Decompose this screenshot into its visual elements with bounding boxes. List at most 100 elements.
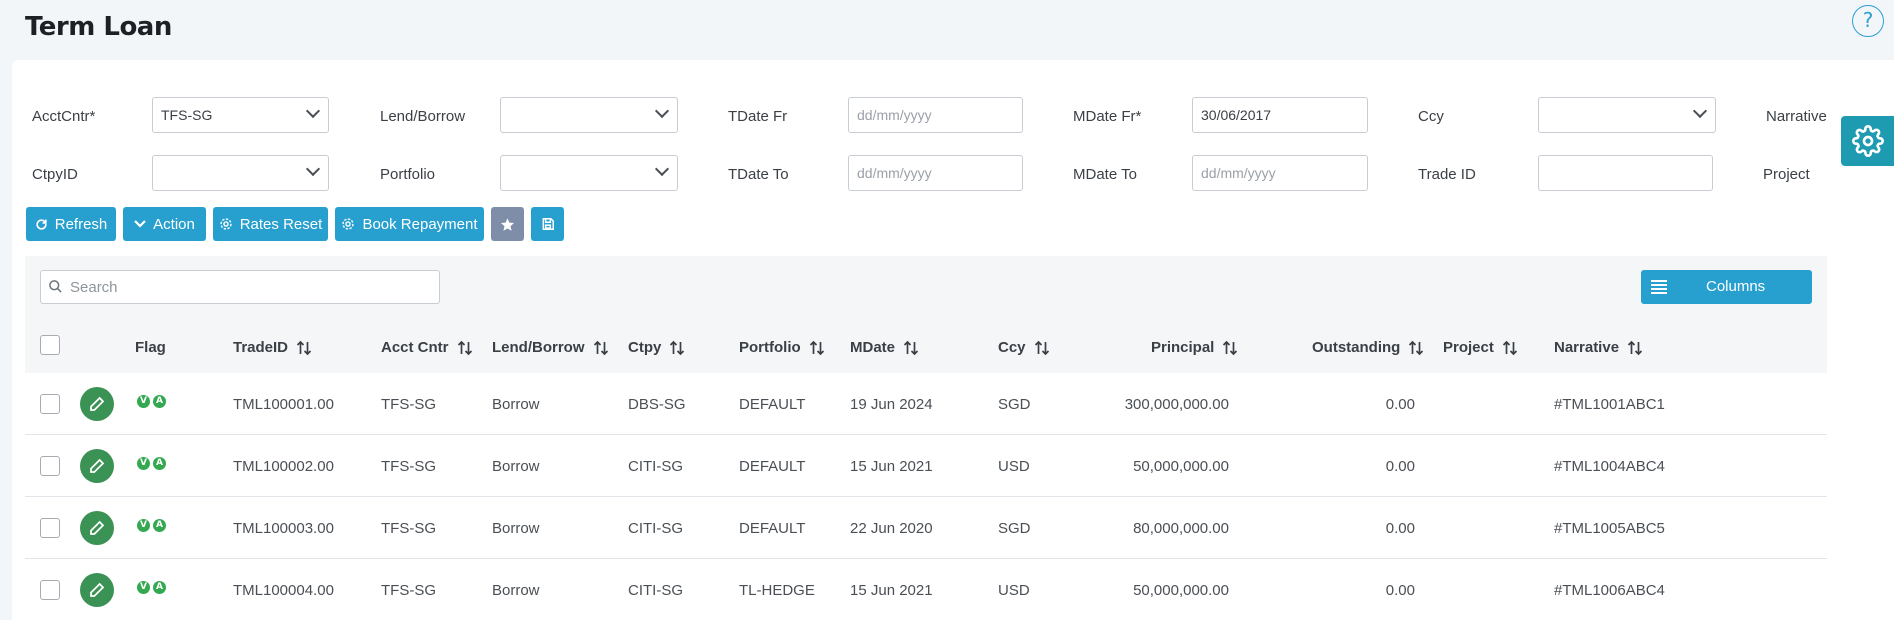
header-narrative-label: Narrative [1554, 339, 1620, 356]
tdate-fr-label: TDate Fr [728, 108, 788, 125]
sort-icon[interactable] [296, 340, 312, 356]
sort-icon[interactable] [1408, 340, 1424, 356]
pencil-icon [90, 582, 105, 597]
mdate-to-input[interactable]: dd/mm/yyyy [1192, 155, 1368, 191]
sort-icon[interactable] [903, 340, 919, 356]
header-acct-cntr[interactable]: Acct Cntr [381, 339, 473, 356]
refresh-button[interactable]: Refresh [26, 207, 116, 241]
action-label: Action [153, 215, 195, 233]
row-checkbox[interactable] [40, 394, 60, 414]
header-ccy[interactable]: Ccy [998, 339, 1050, 356]
cell-acct-cntr: TFS-SG [381, 396, 436, 413]
lend-borrow-select[interactable] [500, 97, 678, 133]
cell-narrative: #TML1006ABC4 [1554, 582, 1665, 599]
cell-outstanding: 0.00 [1385, 458, 1415, 475]
header-principal-label: Principal [1151, 339, 1215, 356]
cell-mdate: 15 Jun 2021 [850, 458, 933, 475]
book-repayment-button[interactable]: Book Repayment [335, 207, 484, 241]
row-checkbox[interactable] [40, 580, 60, 600]
header-narrative[interactable]: Narrative [1554, 339, 1643, 356]
sort-icon[interactable] [1502, 340, 1518, 356]
approved-badge: A [153, 581, 166, 594]
header-trade-id-label: TradeID [233, 339, 289, 356]
search-input[interactable]: Search [40, 270, 440, 304]
header-mdate-label: MDate [850, 339, 896, 356]
header-ctpy[interactable]: Ctpy [628, 339, 685, 356]
cell-principal: 80,000,000.00 [1133, 520, 1229, 537]
cell-ccy: USD [998, 458, 1030, 475]
verified-badge: V [137, 519, 150, 532]
mdate-fr-label: MDate Fr* [1073, 108, 1142, 125]
row-checkbox[interactable] [40, 456, 60, 476]
sort-icon[interactable] [669, 340, 685, 356]
cell-lend-borrow: Borrow [492, 582, 540, 599]
header-principal[interactable]: Principal [1151, 339, 1238, 356]
mdate-fr-input[interactable]: 30/06/2017 [1192, 97, 1368, 133]
action-button[interactable]: Action [123, 207, 206, 241]
cell-mdate: 19 Jun 2024 [850, 396, 933, 413]
sort-icon[interactable] [593, 340, 609, 356]
cell-lend-borrow: Borrow [492, 396, 540, 413]
lend-borrow-label: Lend/Borrow [380, 108, 466, 125]
chevron-down-icon [134, 220, 146, 228]
columns-button[interactable]: Columns [1641, 270, 1812, 304]
sort-icon[interactable] [1627, 340, 1643, 356]
cell-lend-borrow: Borrow [492, 458, 540, 475]
cell-mdate: 22 Jun 2020 [850, 520, 933, 537]
tdate-fr-input[interactable]: dd/mm/yyyy [848, 97, 1023, 133]
cell-narrative: #TML1005ABC5 [1554, 520, 1665, 537]
cell-principal: 300,000,000.00 [1124, 396, 1229, 413]
edit-button[interactable] [80, 573, 114, 607]
sort-icon[interactable] [1222, 340, 1238, 356]
header-mdate[interactable]: MDate [850, 339, 919, 356]
cell-narrative: #TML1001ABC1 [1554, 396, 1665, 413]
verified-badge: V [137, 457, 150, 470]
cell-trade-id: TML100002.00 [233, 458, 334, 475]
header-project[interactable]: Project [1443, 339, 1518, 356]
cell-ccy: SGD [998, 520, 1031, 537]
save-button[interactable] [531, 207, 564, 241]
tdate-to-input[interactable]: dd/mm/yyyy [848, 155, 1023, 191]
narrative-label: Narrative [1766, 108, 1827, 125]
edit-button[interactable] [80, 449, 114, 483]
header-outstanding[interactable]: Outstanding [1312, 339, 1424, 356]
verified-badge: V [137, 395, 150, 408]
header-lend-borrow[interactable]: Lend/Borrow [492, 339, 609, 356]
header-portfolio[interactable]: Portfolio [739, 339, 825, 356]
star-icon [500, 217, 515, 231]
header-project-label: Project [1443, 339, 1494, 356]
ctpy-id-select[interactable] [152, 155, 329, 191]
header-trade-id[interactable]: TradeID [233, 339, 312, 356]
header-portfolio-label: Portfolio [739, 339, 801, 356]
chevron-down-icon [654, 103, 670, 119]
ccy-select[interactable] [1538, 97, 1716, 133]
acct-cntr-select[interactable]: TFS-SG [152, 97, 329, 133]
favorite-button[interactable] [491, 207, 524, 241]
portfolio-select[interactable] [500, 155, 678, 191]
select-all-checkbox[interactable] [40, 335, 60, 355]
cell-ctpy: CITI-SG [628, 458, 683, 475]
cell-outstanding: 0.00 [1385, 396, 1415, 413]
edit-button[interactable] [80, 387, 114, 421]
cell-acct-cntr: TFS-SG [381, 520, 436, 537]
help-icon[interactable]: ? [1852, 5, 1884, 37]
settings-tab[interactable] [1841, 116, 1894, 166]
cell-ccy: USD [998, 582, 1030, 599]
header-flag-label: Flag [135, 339, 166, 356]
search-placeholder: Search [70, 279, 118, 296]
chevron-down-icon [1692, 103, 1708, 119]
sort-icon[interactable] [457, 340, 473, 356]
row-checkbox[interactable] [40, 518, 60, 538]
pencil-icon [90, 520, 105, 535]
cell-ctpy: CITI-SG [628, 582, 683, 599]
cell-ccy: SGD [998, 396, 1031, 413]
edit-button[interactable] [80, 511, 114, 545]
columns-label: Columns [1706, 278, 1766, 295]
sort-icon[interactable] [809, 340, 825, 356]
sort-icon[interactable] [1034, 340, 1050, 356]
trade-id-input[interactable] [1538, 155, 1713, 191]
refresh-icon [36, 218, 47, 230]
cell-principal: 50,000,000.00 [1133, 582, 1229, 599]
rates-reset-button[interactable]: Rates Reset [213, 207, 328, 241]
cell-portfolio: TL-HEDGE [739, 582, 815, 599]
